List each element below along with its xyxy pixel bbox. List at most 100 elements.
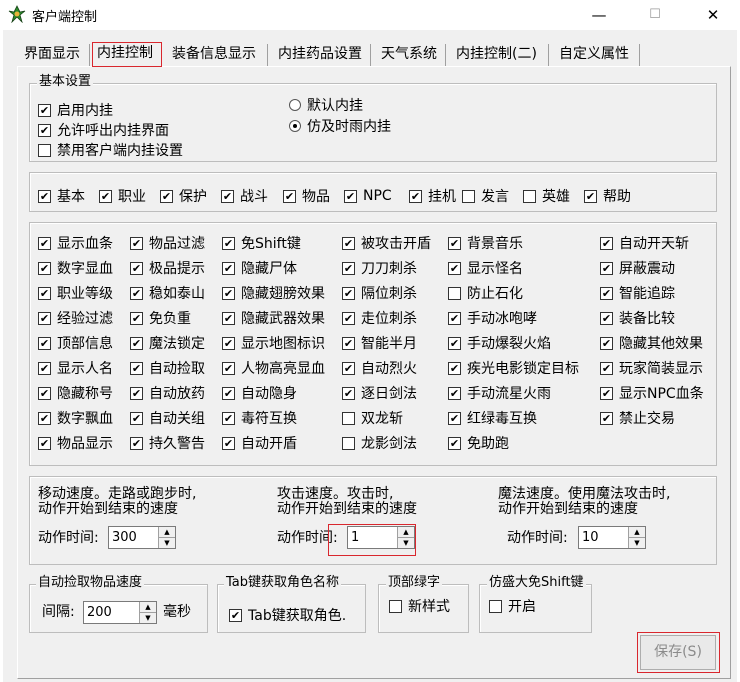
basic-radio-1[interactable]: 默认内挂 (289, 96, 363, 114)
spin-up-icon[interactable]: ▲ (398, 527, 414, 537)
checkmark-icon[interactable]: ✔ (342, 311, 355, 325)
checkmark-icon[interactable]: ✔ (222, 361, 235, 375)
option-checkbox[interactable]: ✔ 显示血条 (38, 234, 113, 252)
option-checkbox[interactable]: ✔ 免助跑 (448, 434, 509, 452)
minimize-button[interactable]: — (576, 0, 622, 30)
tab-7[interactable]: 自定义属性 (555, 44, 640, 66)
checkmark-icon[interactable]: ✔ (130, 336, 143, 350)
checkmark-icon[interactable]: ✔ (38, 236, 51, 250)
spin-down-icon[interactable]: ▼ (398, 537, 414, 548)
checkmark-icon[interactable]: ✔ (221, 189, 234, 203)
checkmark-icon[interactable]: ✔ (448, 361, 461, 375)
option-checkbox[interactable]: ✔ 刀刀刺杀 (342, 259, 417, 277)
option-checkbox[interactable]: ✔ 自动关组 (130, 409, 205, 427)
option-checkbox[interactable]: ✔ 毒符互换 (222, 409, 297, 427)
category-checkbox-8[interactable]: 发言 (462, 187, 509, 205)
option-checkbox[interactable]: ✔ 隐藏其他效果 (600, 334, 703, 352)
option-checkbox[interactable]: ✔ 魔法锁定 (130, 334, 205, 352)
attack-time-input[interactable] (348, 527, 397, 548)
category-checkbox-3[interactable]: ✔ 保护 (160, 187, 207, 205)
option-checkbox[interactable]: 龙影剑法 (342, 434, 417, 452)
checkmark-icon[interactable]: ✔ (38, 286, 51, 300)
option-checkbox[interactable]: ✔ 隐藏尸体 (222, 259, 297, 277)
basic-checkbox-1[interactable]: ✔ 启用内挂 (38, 101, 113, 119)
radio-icon[interactable] (289, 120, 301, 132)
category-checkbox-6[interactable]: ✔ NPC (344, 187, 392, 205)
pickup-interval-stepper[interactable]: ▲▼ (83, 601, 157, 624)
magic-time-input[interactable] (579, 527, 628, 548)
save-button[interactable]: 保存(S) (640, 635, 716, 670)
checkmark-icon[interactable]: ✔ (448, 336, 461, 350)
option-checkbox[interactable]: ✔ 显示人名 (38, 359, 113, 377)
option-checkbox[interactable]: 防止石化 (448, 284, 523, 302)
option-checkbox[interactable]: ✔ 红绿毒互换 (448, 409, 537, 427)
checkmark-icon[interactable]: ✔ (584, 189, 597, 203)
category-checkbox-5[interactable]: ✔ 物品 (283, 187, 330, 205)
option-checkbox[interactable]: ✔ 人物高亮显血 (222, 359, 325, 377)
option-checkbox[interactable]: ✔ 自动开盾 (222, 434, 297, 452)
option-checkbox[interactable]: ✔ 装备比较 (600, 309, 675, 327)
checkmark-icon[interactable]: ✔ (38, 189, 51, 203)
tab-3[interactable]: 装备信息显示 (168, 44, 268, 66)
checkmark-icon[interactable]: ✔ (130, 286, 143, 300)
shift-checkbox[interactable]: 开启 (489, 597, 536, 615)
checkmark-icon[interactable]: ✔ (600, 411, 613, 425)
category-checkbox-7[interactable]: ✔ 挂机 (409, 187, 456, 205)
option-checkbox[interactable]: ✔ 逐日剑法 (342, 384, 417, 402)
option-checkbox[interactable]: ✔ 背景音乐 (448, 234, 523, 252)
checkmark-icon[interactable]: ✔ (409, 189, 422, 203)
option-checkbox[interactable]: ✔ 禁止交易 (600, 409, 675, 427)
option-checkbox[interactable]: ✔ 智能半月 (342, 334, 417, 352)
category-checkbox-2[interactable]: ✔ 职业 (99, 187, 146, 205)
option-checkbox[interactable]: ✔ 免负重 (130, 309, 191, 327)
option-checkbox[interactable]: ✔ 自动开天斩 (600, 234, 689, 252)
checkmark-icon[interactable]: ✔ (160, 189, 173, 203)
checkmark-icon[interactable]: ✔ (38, 103, 51, 117)
checkbox-icon[interactable] (342, 436, 355, 450)
checkmark-icon[interactable]: ✔ (38, 336, 51, 350)
checkmark-icon[interactable]: ✔ (448, 386, 461, 400)
checkmark-icon[interactable]: ✔ (222, 336, 235, 350)
checkmark-icon[interactable]: ✔ (130, 386, 143, 400)
spin-up-icon[interactable]: ▲ (629, 527, 645, 537)
tab-4[interactable]: 内挂药品设置 (274, 44, 371, 66)
category-checkbox-10[interactable]: ✔ 帮助 (584, 187, 631, 205)
checkmark-icon[interactable]: ✔ (342, 261, 355, 275)
checkmark-icon[interactable]: ✔ (283, 189, 296, 203)
option-checkbox[interactable]: ✔ 数字显血 (38, 259, 113, 277)
category-checkbox-1[interactable]: ✔ 基本 (38, 187, 85, 205)
checkmark-icon[interactable]: ✔ (342, 236, 355, 250)
option-checkbox[interactable]: ✔ 物品显示 (38, 434, 113, 452)
option-checkbox[interactable]: ✔ 顶部信息 (38, 334, 113, 352)
checkmark-icon[interactable]: ✔ (600, 311, 613, 325)
attack-time-stepper[interactable]: ▲▼ (347, 526, 415, 549)
checkmark-icon[interactable]: ✔ (130, 311, 143, 325)
option-checkbox[interactable]: ✔ 手动爆裂火焰 (448, 334, 551, 352)
checkmark-icon[interactable]: ✔ (130, 411, 143, 425)
checkbox-icon[interactable] (38, 143, 51, 157)
checkbox-icon[interactable] (489, 599, 502, 613)
checkmark-icon[interactable]: ✔ (38, 311, 51, 325)
checkmark-icon[interactable]: ✔ (448, 436, 461, 450)
checkmark-icon[interactable]: ✔ (130, 261, 143, 275)
checkmark-icon[interactable]: ✔ (448, 411, 461, 425)
checkmark-icon[interactable]: ✔ (342, 286, 355, 300)
checkmark-icon[interactable]: ✔ (222, 236, 235, 250)
checkmark-icon[interactable]: ✔ (600, 336, 613, 350)
checkmark-icon[interactable]: ✔ (229, 608, 242, 622)
tab-1[interactable]: 界面显示 (20, 44, 90, 66)
spin-down-icon[interactable]: ▼ (629, 537, 645, 548)
checkmark-icon[interactable]: ✔ (38, 436, 51, 450)
checkmark-icon[interactable]: ✔ (448, 236, 461, 250)
checkmark-icon[interactable]: ✔ (600, 386, 613, 400)
tab-6[interactable]: 内挂控制(二) (452, 44, 549, 66)
checkbox-icon[interactable] (389, 599, 402, 613)
checkmark-icon[interactable]: ✔ (38, 123, 51, 137)
checkmark-icon[interactable]: ✔ (38, 261, 51, 275)
tab-2[interactable]: 内挂控制 (92, 42, 162, 67)
option-checkbox[interactable]: ✔ 玩家简装显示 (600, 359, 703, 377)
option-checkbox[interactable]: ✔ 手动流星火雨 (448, 384, 551, 402)
checkmark-icon[interactable]: ✔ (342, 386, 355, 400)
option-checkbox[interactable]: ✔ 自动捡取 (130, 359, 205, 377)
checkmark-icon[interactable]: ✔ (130, 361, 143, 375)
